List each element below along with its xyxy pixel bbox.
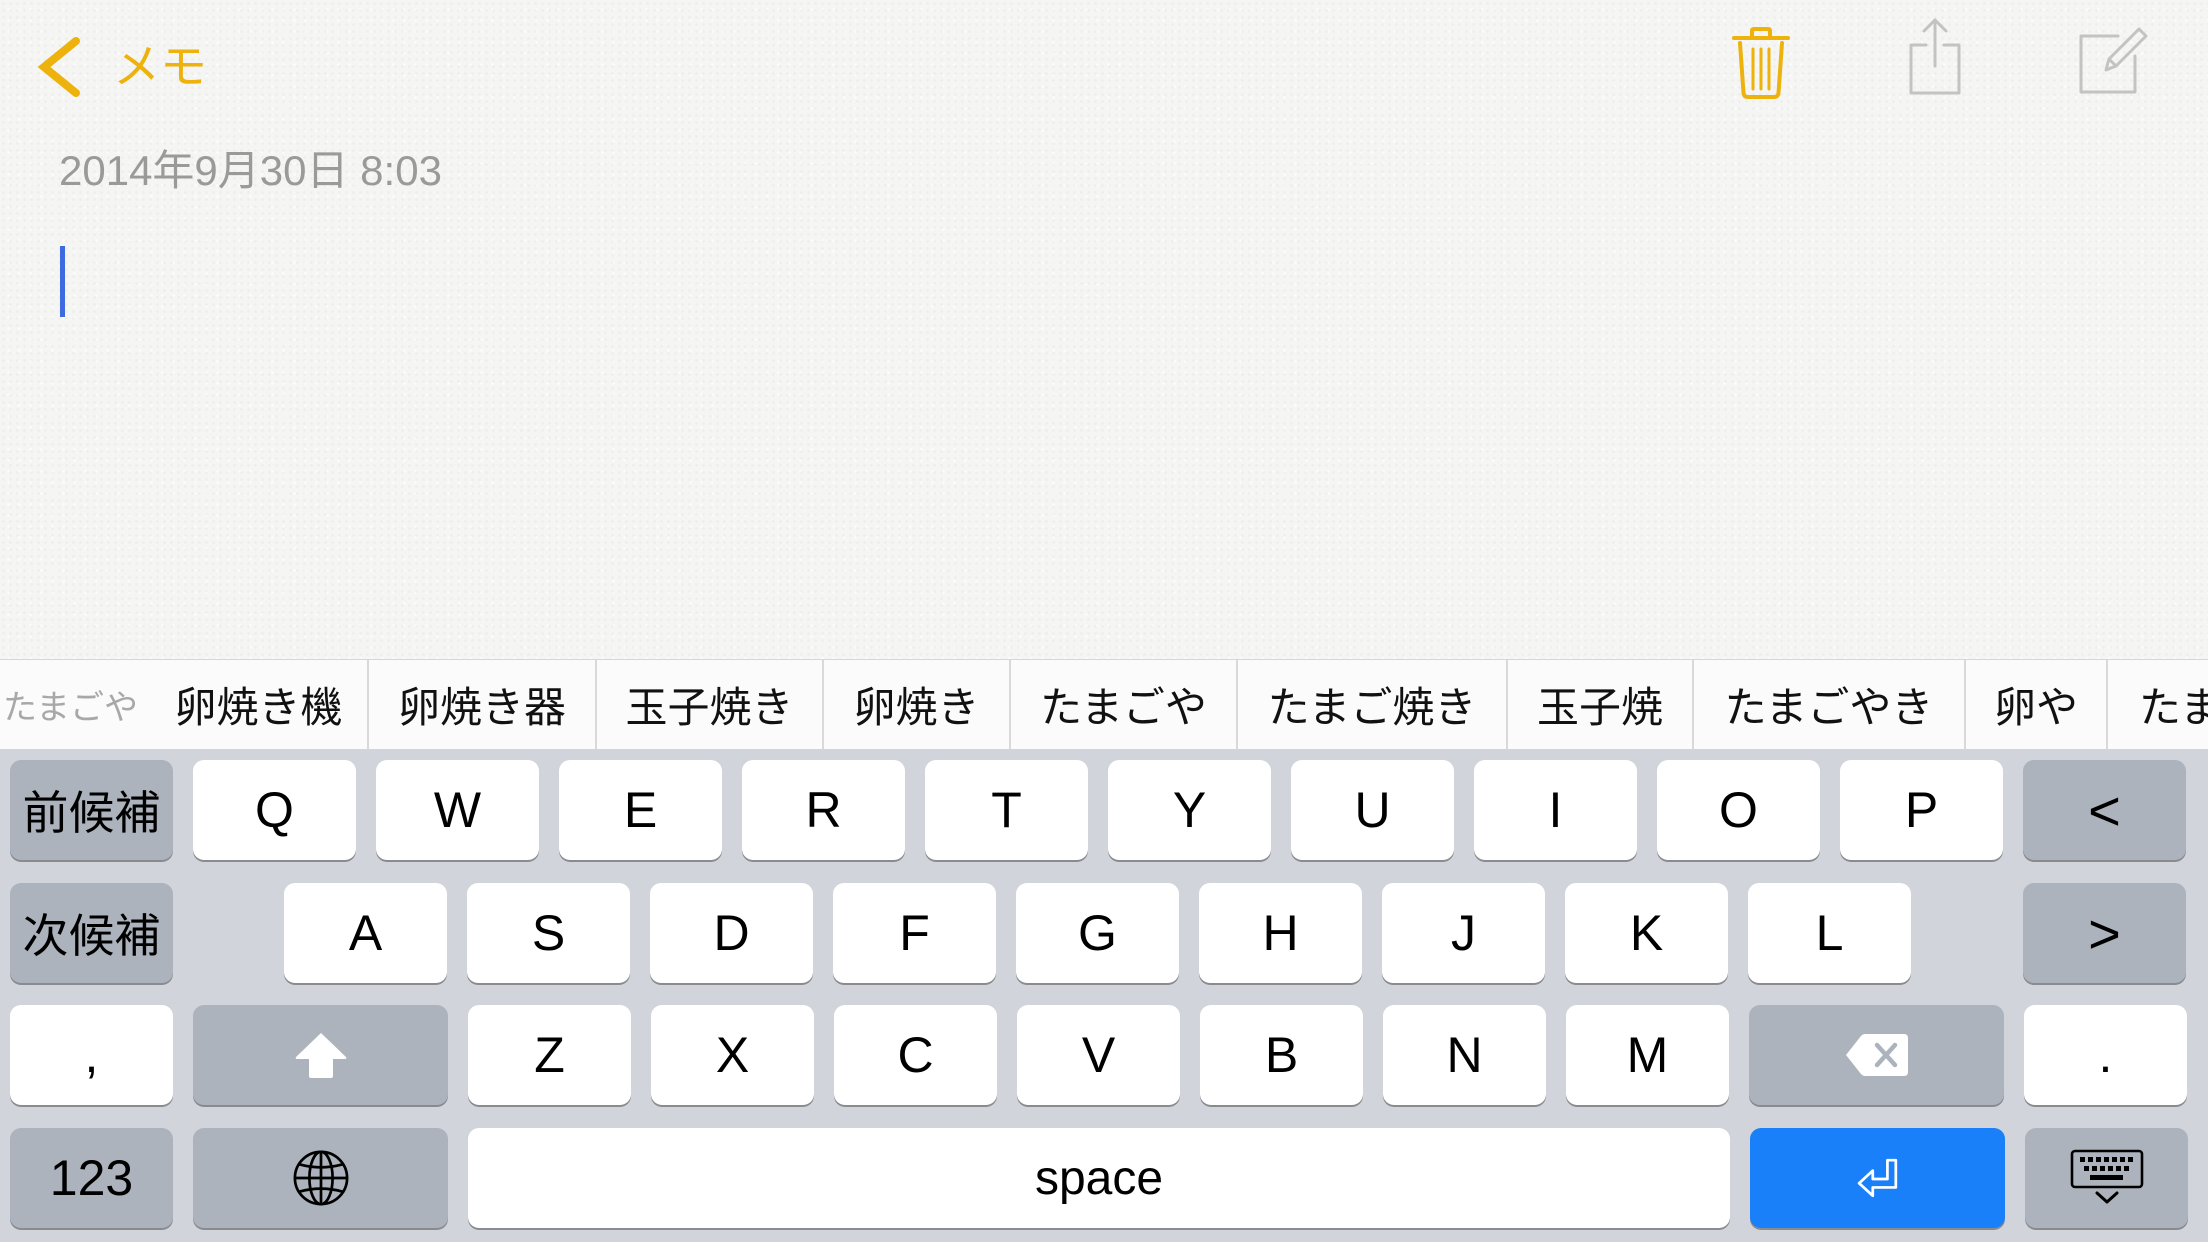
key-y[interactable]: Y — [1108, 760, 1271, 860]
delete-icon — [1845, 1034, 1908, 1076]
candidate-item[interactable]: 卵や — [1966, 660, 2108, 749]
key-p[interactable]: P — [1840, 760, 2003, 860]
trash-button[interactable] — [1731, 27, 1791, 99]
key-d[interactable]: D — [650, 883, 813, 983]
candidate-item[interactable]: たまごや — [1011, 660, 1238, 749]
shift-icon — [295, 1033, 346, 1078]
candidate-item[interactable]: 卵焼き — [824, 660, 1011, 749]
note-body-editor[interactable] — [40, 230, 2170, 640]
numbers-key[interactable]: 123 — [10, 1128, 173, 1228]
compose-icon — [2079, 27, 2148, 94]
keyboard-row-4: 123 space — [10, 1128, 2188, 1228]
back-button[interactable]: メモ — [36, 34, 207, 100]
key-i[interactable]: I — [1474, 760, 1637, 860]
keyboard-row-2: 次候補 A S D F G H J K L > — [10, 883, 2186, 983]
key-n[interactable]: N — [1383, 1005, 1546, 1105]
key-g[interactable]: G — [1016, 883, 1179, 983]
keyboard: 前候補 Q W E R T Y U I O P < 次候補 A S D F G … — [0, 749, 2208, 1242]
key-e[interactable]: E — [559, 760, 722, 860]
key-cursor-right[interactable]: > — [2023, 883, 2186, 983]
candidate-item[interactable]: 玉子焼き — [597, 660, 824, 749]
key-next-candidate[interactable]: 次候補 — [10, 883, 173, 983]
keyboard-row-3: , Z X C V B N M . — [10, 1005, 2187, 1105]
key-a[interactable]: A — [284, 883, 447, 983]
note-area: メモ 2014年9月30日 8:03 — [0, 0, 2208, 659]
key-x[interactable]: X — [651, 1005, 814, 1105]
candidate-item[interactable]: たまご焼き — [1238, 660, 1508, 749]
key-m[interactable]: M — [1566, 1005, 1729, 1105]
delete-key[interactable] — [1749, 1005, 2004, 1105]
keyboard-row-1: 前候補 Q W E R T Y U I O P < — [10, 760, 2186, 860]
key-b[interactable]: B — [1200, 1005, 1363, 1105]
key-o[interactable]: O — [1657, 760, 1820, 860]
key-t[interactable]: T — [925, 760, 1088, 860]
keyboard-dismiss-key[interactable] — [2025, 1128, 2188, 1228]
compose-button[interactable] — [2076, 26, 2148, 96]
back-button-label: メモ — [113, 40, 207, 93]
text-cursor — [60, 246, 65, 317]
return-key[interactable] — [1750, 1128, 2005, 1228]
return-icon — [1857, 1158, 1897, 1198]
globe-icon — [293, 1150, 348, 1206]
note-date: 2014年9月30日 8:03 — [59, 147, 442, 194]
key-r[interactable]: R — [742, 760, 905, 860]
key-z[interactable]: Z — [468, 1005, 631, 1105]
key-f[interactable]: F — [833, 883, 996, 983]
candidate-item[interactable]: 卵焼き器 — [369, 660, 597, 749]
key-s[interactable]: S — [467, 883, 630, 983]
key-v[interactable]: V — [1017, 1005, 1180, 1105]
key-h[interactable]: H — [1199, 883, 1362, 983]
trash-icon — [1732, 27, 1790, 99]
share-button[interactable] — [1906, 16, 1964, 96]
candidate-item[interactable]: たま — [2108, 660, 2208, 749]
candidate-item[interactable]: 玉子焼 — [1508, 660, 1694, 749]
key-l[interactable]: L — [1748, 883, 1911, 983]
key-u[interactable]: U — [1291, 760, 1454, 860]
key-comma[interactable]: , — [10, 1005, 173, 1105]
chevron-left-icon — [37, 37, 80, 97]
key-q[interactable]: Q — [193, 760, 356, 860]
key-k[interactable]: K — [1565, 883, 1728, 983]
candidate-item[interactable]: たまごやき — [1694, 660, 1966, 749]
key-previous-candidate[interactable]: 前候補 — [10, 760, 173, 860]
share-icon — [1909, 18, 1961, 95]
key-j[interactable]: J — [1382, 883, 1545, 983]
space-key[interactable]: space — [468, 1128, 1730, 1228]
globe-key[interactable] — [193, 1128, 448, 1228]
key-period[interactable]: . — [2024, 1005, 2187, 1105]
shift-key[interactable] — [193, 1005, 448, 1105]
key-w[interactable]: W — [376, 760, 539, 860]
keyboard-dismiss-icon — [2070, 1149, 2143, 1204]
key-c[interactable]: C — [834, 1005, 997, 1105]
key-cursor-left[interactable]: < — [2023, 760, 2186, 860]
candidate-item[interactable]: 卵焼き機 — [150, 660, 369, 749]
candidate-reading: たまごや — [3, 689, 138, 727]
candidate-bar: たまごや 卵焼き機 卵焼き器 玉子焼き 卵焼き たまごや たまご焼き 玉子焼 た… — [0, 659, 2208, 749]
